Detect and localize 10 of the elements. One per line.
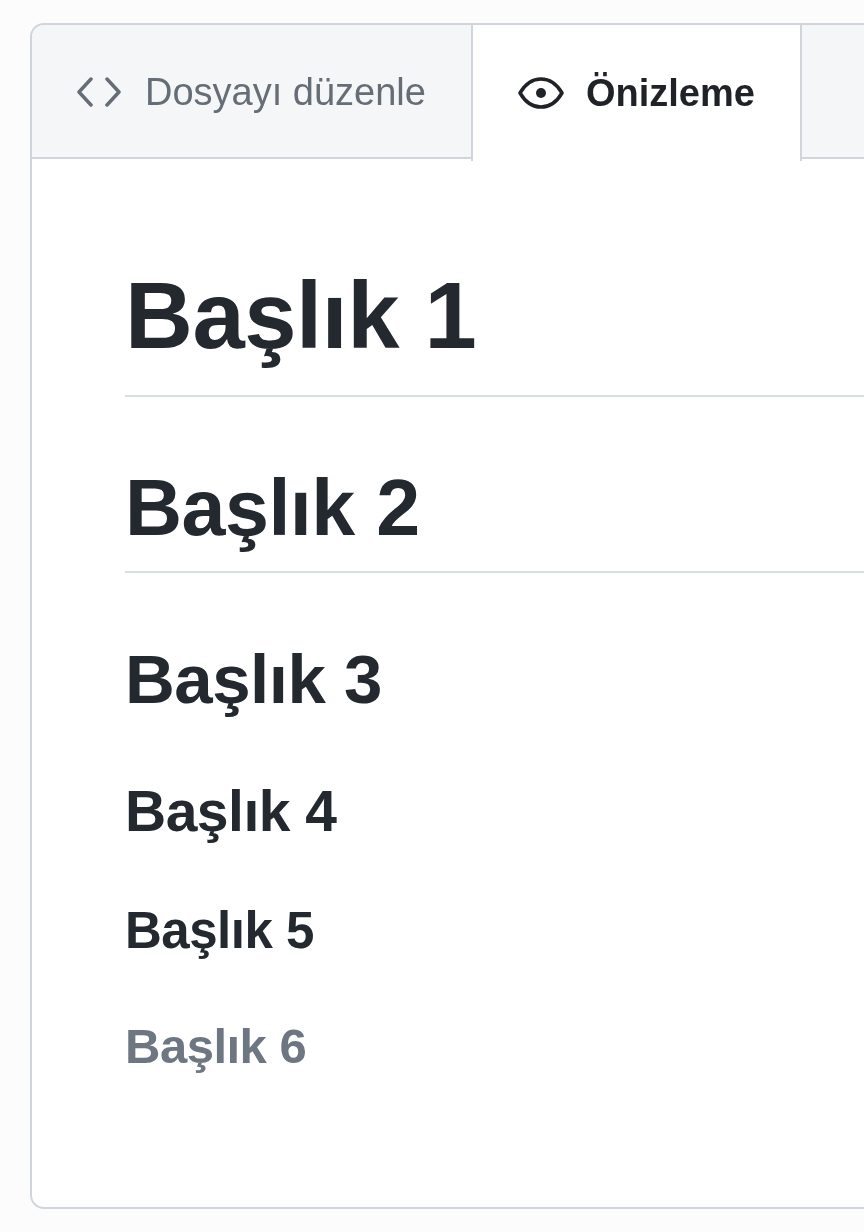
heading: Başlık 1 (125, 262, 477, 370)
heading: Başlık 5 (125, 900, 314, 961)
heading: Başlık 2 (125, 461, 420, 554)
code-icon (77, 77, 121, 107)
tab[interactable]: Önizleme (470, 25, 802, 161)
heading: Başlık 3 (125, 639, 382, 720)
heading: Başlık 4 (125, 778, 337, 846)
eye-icon (517, 77, 564, 109)
heading: Başlık 6 (125, 1017, 307, 1075)
tab[interactable]: Dosyayı düzenle (32, 25, 471, 159)
